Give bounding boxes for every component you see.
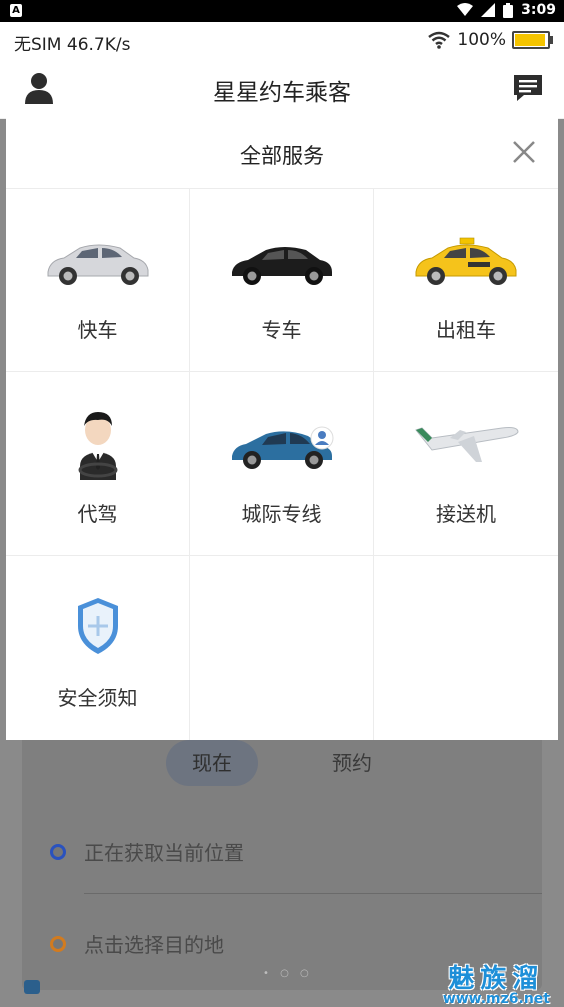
map-logo-icon (24, 980, 40, 994)
wifi-icon (457, 3, 474, 16)
battery-icon (512, 31, 553, 49)
service-label: 专车 (261, 318, 302, 342)
battery-percent: 100% (457, 30, 506, 50)
panel-title: 全部服务 (240, 144, 324, 168)
wifi-icon (428, 31, 451, 49)
watermark-title: 魅族溜 (448, 964, 545, 994)
status-bar: 无SIM 46.7K/s 100% (0, 22, 564, 60)
service-label: 代驾 (77, 502, 118, 526)
service-premium[interactable]: 专车 (190, 188, 374, 372)
service-label: 城际专线 (241, 502, 322, 526)
message-icon[interactable] (512, 73, 544, 103)
tab-now[interactable]: 现在 (166, 740, 258, 786)
empty-cell (374, 556, 558, 740)
divider (84, 893, 542, 894)
services-grid: 快车 专车 出租车 代驾 城际专线 接送机 安全须知 (6, 188, 558, 740)
system-bar: A 3:09 (0, 0, 564, 22)
all-services-panel: 全部服务 快车 专车 出租车 代驾 城际专线 接送机 安全须知 (6, 118, 558, 740)
battery-small-icon (503, 2, 514, 18)
app-bar: 星星约车乘客 (0, 60, 564, 119)
destination-text: 点击选择目的地 (84, 933, 224, 957)
intercity-car-icon (232, 426, 334, 469)
page-indicator: • ○ ○ (263, 968, 313, 979)
tab-book[interactable]: 预约 (310, 740, 394, 786)
service-label: 安全须知 (57, 686, 138, 710)
destination-row[interactable]: 点击选择目的地 (50, 929, 530, 959)
origin-text: 正在获取当前位置 (84, 841, 244, 865)
black-car-icon (232, 247, 332, 285)
booking-tabs: 现在 预约 (0, 740, 564, 790)
service-label: 快车 (77, 318, 118, 342)
airplane-icon (415, 427, 519, 462)
watermark: 魅族溜 www.mz6.net (443, 958, 550, 1007)
shield-icon (78, 598, 118, 654)
map-logo (24, 978, 124, 1000)
service-taxi[interactable]: 出租车 (374, 188, 558, 372)
taxi-icon (415, 237, 517, 285)
notification-badge: A (10, 4, 22, 17)
carrier-speed: 无SIM 46.7K/s (14, 35, 131, 55)
panel-header: 全部服务 (6, 118, 558, 189)
driver-icon (78, 412, 118, 480)
service-airport-transfer[interactable]: 接送机 (374, 372, 558, 556)
service-label: 出租车 (436, 318, 496, 342)
page-title: 星星约车乘客 (213, 80, 351, 106)
service-intercity[interactable]: 城际专线 (190, 372, 374, 556)
service-express[interactable]: 快车 (6, 188, 190, 372)
signal-icon (481, 3, 496, 17)
service-label: 接送机 (436, 502, 496, 526)
service-safety[interactable]: 安全须知 (6, 556, 190, 740)
watermark-url: www.mz6.net (442, 991, 550, 1007)
empty-cell (190, 556, 374, 740)
origin-dot-icon (50, 844, 66, 860)
silver-car-icon (47, 244, 149, 285)
close-icon[interactable] (512, 140, 536, 164)
clock: 3:09 (521, 2, 556, 18)
destination-dot-icon (50, 936, 66, 952)
service-designated-driver[interactable]: 代驾 (6, 372, 190, 556)
origin-row[interactable]: 正在获取当前位置 (50, 837, 530, 867)
